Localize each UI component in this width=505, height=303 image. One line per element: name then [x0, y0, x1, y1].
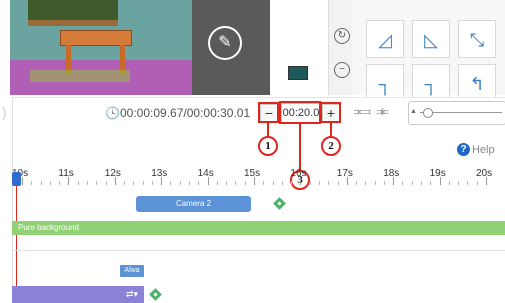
- ruler-minor-tick: [448, 181, 450, 185]
- ruler-minor-tick: [318, 181, 320, 185]
- ruler-minor-tick: [411, 181, 413, 185]
- mini-thumbnail[interactable]: [288, 66, 308, 80]
- ruler-minor-tick: [235, 181, 237, 185]
- playhead-icon[interactable]: [12, 172, 21, 186]
- side-toolbar: ↻ −: [328, 0, 354, 95]
- ruler-minor-tick: [96, 181, 98, 185]
- scene-preview[interactable]: [10, 0, 192, 95]
- help-icon[interactable]: ?: [457, 143, 470, 156]
- shape-tile[interactable]: ◿: [366, 20, 404, 58]
- annotation-line: [330, 123, 332, 137]
- annotation-box-zoom-in: [320, 102, 341, 123]
- ruler-minor-tick: [383, 181, 385, 185]
- triangle-icon: ▲: [410, 108, 417, 115]
- ruler-minor-tick: [49, 181, 51, 185]
- ruler-minor-tick: [105, 181, 107, 185]
- keyframe-icon[interactable]: [273, 197, 286, 210]
- ruler-minor-tick: [337, 181, 339, 185]
- ruler-label: 18s: [383, 168, 400, 179]
- ruler-label: 11s: [58, 168, 74, 179]
- help-link[interactable]: Help: [472, 144, 495, 156]
- ruler-minor-tick: [226, 181, 228, 185]
- ruler-minor-tick: [430, 181, 432, 185]
- annotation-box-zoom-value: [279, 101, 321, 124]
- ruler-minor-tick: [263, 181, 265, 185]
- ruler-minor-tick: [458, 181, 460, 185]
- ruler-minor-tick: [402, 181, 404, 185]
- ruler-minor-tick: [59, 181, 61, 185]
- ruler-minor-tick: [31, 181, 33, 185]
- annotation-number-1: 1: [258, 136, 278, 156]
- annotation-box-zoom-out: [258, 102, 279, 123]
- ruler-minor-tick: [133, 181, 135, 185]
- minus-circle-icon[interactable]: −: [334, 62, 350, 78]
- shape-tile[interactable]: ◺: [412, 20, 450, 58]
- ruler-minor-tick: [374, 181, 376, 185]
- ruler-minor-tick: [216, 181, 218, 185]
- keyframe-icon[interactable]: [149, 288, 162, 301]
- ruler-minor-tick: [86, 181, 88, 185]
- ruler-label: 15s: [244, 168, 261, 179]
- ruler-minor-tick: [281, 181, 283, 185]
- ruler-label: 19s: [429, 168, 446, 179]
- small-clip[interactable]: Alwa: [120, 265, 144, 277]
- ruler-label: 14s: [197, 168, 214, 179]
- ruler-minor-tick: [142, 181, 144, 185]
- background-track[interactable]: Pure background: [12, 221, 505, 235]
- annotation-line: [267, 123, 269, 137]
- ruler-minor-tick: [421, 181, 423, 185]
- fit-icon[interactable]: ⊐⊏⊐: [353, 107, 371, 116]
- ruler-minor-tick: [40, 181, 42, 185]
- ruler-label: 13s: [151, 168, 168, 179]
- ruler-minor-tick: [328, 181, 330, 185]
- ruler-minor-tick: [244, 181, 246, 185]
- ruler-minor-tick: [356, 181, 358, 185]
- split-icon[interactable]: ⊐|⊏: [376, 107, 390, 116]
- ruler-minor-tick: [467, 181, 469, 185]
- camera-clip[interactable]: Camera 2: [136, 196, 251, 212]
- scene-rug: [30, 70, 130, 82]
- shape-tile[interactable]: ⤡: [458, 20, 496, 58]
- timeline-left-gutter: [0, 97, 13, 303]
- track-separator: [12, 250, 505, 251]
- scene-board: [28, 0, 118, 26]
- edit-icon[interactable]: ✎: [208, 26, 242, 60]
- scene-desk: [60, 30, 132, 46]
- ruler-minor-tick: [77, 181, 79, 185]
- timeline-ruler[interactable]: 10s11s12s13s14s15s16s17s18s19s20s: [10, 163, 505, 187]
- ruler-minor-tick: [309, 181, 311, 185]
- ruler-minor-tick: [151, 181, 153, 185]
- ruler-minor-tick: [272, 181, 274, 185]
- rotate-icon[interactable]: ↻: [334, 28, 350, 44]
- loop-icon[interactable]: ⇄▾: [120, 287, 144, 301]
- clock-icon: 🕓: [105, 106, 120, 120]
- ruler-minor-tick: [124, 181, 126, 185]
- ruler-label: 16s: [290, 168, 307, 179]
- ruler-label: 20s: [476, 168, 493, 179]
- ruler-minor-tick: [170, 181, 172, 185]
- annotation-number-2: 2: [321, 136, 341, 156]
- ruler-minor-tick: [365, 181, 367, 185]
- ruler-minor-tick: [179, 181, 181, 185]
- ruler-label: 17s: [336, 168, 353, 179]
- ruler-minor-tick: [189, 181, 191, 185]
- slider-knob[interactable]: [423, 108, 433, 118]
- ruler-label: 12s: [104, 168, 121, 179]
- time-readout: 00:00:09.67/00:00:30.01: [120, 106, 251, 120]
- shape-grid: ◿ ◺ ⤡ ┐ ┐ ↰: [352, 0, 505, 102]
- ruler-minor-tick: [198, 181, 200, 185]
- ruler-minor-tick: [476, 181, 478, 185]
- collapse-handle[interactable]: ): [2, 104, 7, 120]
- ruler-minor-tick: [291, 181, 293, 185]
